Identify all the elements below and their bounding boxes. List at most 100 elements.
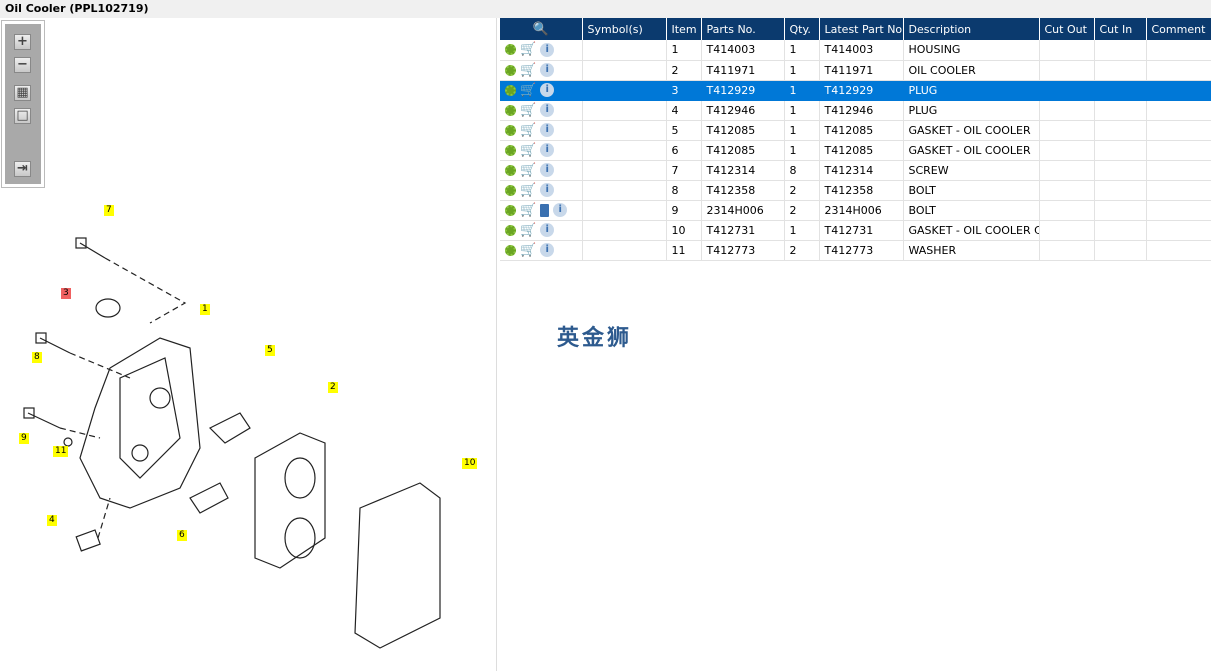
callout-5[interactable]: 5 (265, 345, 275, 356)
gear-icon[interactable] (505, 144, 516, 156)
part-number-cell: T414003 (701, 40, 785, 61)
table-row[interactable]: 🛒 i 9 2314H006 2 2314H006 BOLT (500, 200, 1211, 221)
callout-6[interactable]: 6 (177, 530, 187, 541)
cart-icon[interactable]: 🛒 (520, 83, 536, 98)
latest-part-cell: T412358 (819, 180, 904, 201)
table-row[interactable]: 🛒 i 3 T412929 1 T412929 PLUG (500, 80, 1211, 101)
column-header[interactable]: Latest Part No. (819, 18, 904, 40)
gear-icon[interactable] (505, 184, 516, 196)
symbol-cell (582, 100, 667, 121)
table-row[interactable]: 🛒 i 4 T412946 1 T412946 PLUG (500, 100, 1211, 121)
column-header[interactable]: 🔍 (500, 18, 583, 40)
symbol-cell (582, 80, 667, 101)
latest-part-cell: T414003 (819, 40, 904, 61)
book-icon[interactable] (540, 203, 550, 217)
item-cell: 9 (666, 200, 702, 221)
table-row[interactable]: 🛒 i 11 T412773 2 T412773 WASHER (500, 240, 1211, 261)
cut-in-cell (1094, 80, 1147, 101)
cut-in-cell (1094, 120, 1147, 141)
gear-icon[interactable] (505, 64, 516, 76)
list-toggle-button[interactable]: ⇥ (14, 161, 31, 177)
table-row[interactable]: 🛒 i 7 T412314 8 T412314 SCREW (500, 160, 1211, 181)
gear-icon[interactable] (505, 104, 516, 116)
column-header[interactable]: Parts No. (701, 18, 785, 40)
column-header[interactable]: Item (666, 18, 702, 40)
table-row[interactable]: 🛒 i 8 T412358 2 T412358 BOLT (500, 180, 1211, 201)
description-cell: PLUG (903, 80, 1040, 101)
callout-2[interactable]: 2 (328, 382, 338, 393)
cart-icon[interactable]: 🛒 (520, 223, 536, 238)
info-icon[interactable]: i (540, 123, 555, 137)
gear-icon[interactable] (505, 44, 516, 56)
latest-part-cell: T412314 (819, 160, 904, 181)
gear-icon[interactable] (505, 124, 516, 136)
single-view-button[interactable]: □ (14, 108, 31, 124)
cut-in-cell (1094, 40, 1147, 61)
callout-8[interactable]: 8 (32, 352, 42, 363)
info-icon[interactable]: i (540, 243, 555, 257)
symbol-cell (582, 220, 667, 241)
callout-10[interactable]: 10 (462, 458, 478, 469)
diagram-panel: + − ▦ □ ⇥ 7 3 1 8 5 2 9 11 10 4 6 (0, 18, 497, 671)
info-icon[interactable]: i (540, 143, 555, 157)
gear-icon[interactable] (505, 224, 516, 236)
column-header[interactable]: Qty. (784, 18, 820, 40)
info-icon[interactable]: i (540, 103, 555, 117)
cart-icon[interactable]: 🛒 (520, 63, 536, 78)
fit-view-button[interactable]: ▦ (14, 85, 31, 101)
cart-icon[interactable]: 🛒 (520, 143, 536, 158)
zoom-out-button[interactable]: − (14, 57, 31, 73)
qty-cell: 1 (784, 140, 820, 161)
callout-9[interactable]: 9 (19, 433, 29, 444)
cart-icon[interactable]: 🛒 (520, 243, 536, 258)
callout-3[interactable]: 3 (61, 288, 71, 299)
column-header[interactable]: Cut In (1094, 18, 1147, 40)
qty-cell: 1 (784, 100, 820, 121)
info-icon[interactable]: i (540, 42, 555, 57)
cart-icon[interactable]: 🛒 (520, 42, 536, 57)
column-header[interactable]: Cut Out (1039, 18, 1095, 40)
cut-in-cell (1094, 60, 1147, 81)
gear-icon[interactable] (505, 84, 516, 96)
table-row[interactable]: 🛒 i 6 T412085 1 T412085 GASKET - OIL COOL… (500, 140, 1211, 161)
part-number-cell: T412085 (701, 140, 785, 161)
cut-out-cell (1039, 160, 1095, 181)
cart-icon[interactable]: 🛒 (520, 183, 536, 198)
column-header[interactable]: Description (903, 18, 1040, 40)
column-header[interactable]: Symbol(s) (582, 18, 667, 40)
cut-in-cell (1094, 180, 1147, 201)
cut-out-cell (1039, 60, 1095, 81)
info-icon[interactable]: i (540, 63, 555, 77)
cart-icon[interactable]: 🛒 (520, 203, 536, 218)
callout-11[interactable]: 11 (53, 446, 69, 457)
info-icon[interactable]: i (540, 163, 555, 177)
latest-part-cell: 2314H006 (819, 200, 904, 221)
gear-icon[interactable] (505, 244, 516, 256)
zoom-in-button[interactable]: + (14, 34, 31, 50)
gear-icon[interactable] (505, 204, 516, 216)
comment-cell (1146, 160, 1211, 181)
table-row[interactable]: 🛒 i 2 T411971 1 T411971 OIL COOLER (500, 60, 1211, 81)
plug-3 (95, 298, 121, 318)
qty-cell: 2 (784, 200, 820, 221)
part-number-cell: 2314H006 (701, 200, 785, 221)
table-row[interactable]: 🛒 i 5 T412085 1 T412085 GASKET - OIL COOL… (500, 120, 1211, 141)
info-icon[interactable]: i (540, 223, 555, 237)
cart-icon[interactable]: 🛒 (520, 163, 536, 178)
cart-icon[interactable]: 🛒 (520, 123, 536, 138)
table-row[interactable]: 🛒 i 1 T414003 1 T414003 HOUSING (500, 40, 1211, 61)
item-cell: 7 (666, 160, 702, 181)
callout-4[interactable]: 4 (47, 515, 57, 526)
table-row[interactable]: 🛒 i 10 T412731 1 T412731 GASKET - OIL COO… (500, 220, 1211, 241)
description-cell: PLUG (903, 100, 1040, 121)
info-icon[interactable]: i (553, 203, 568, 217)
comment-cell (1146, 220, 1211, 241)
callout-7[interactable]: 7 (104, 205, 114, 216)
info-icon[interactable]: i (540, 183, 555, 197)
gear-icon[interactable] (505, 164, 516, 176)
column-header[interactable]: Comment (1146, 18, 1211, 40)
cart-icon[interactable]: 🛒 (520, 103, 536, 118)
info-icon[interactable]: i (540, 83, 555, 97)
callout-1[interactable]: 1 (200, 304, 210, 315)
search-parts-icon[interactable]: 🔍 (533, 22, 549, 37)
